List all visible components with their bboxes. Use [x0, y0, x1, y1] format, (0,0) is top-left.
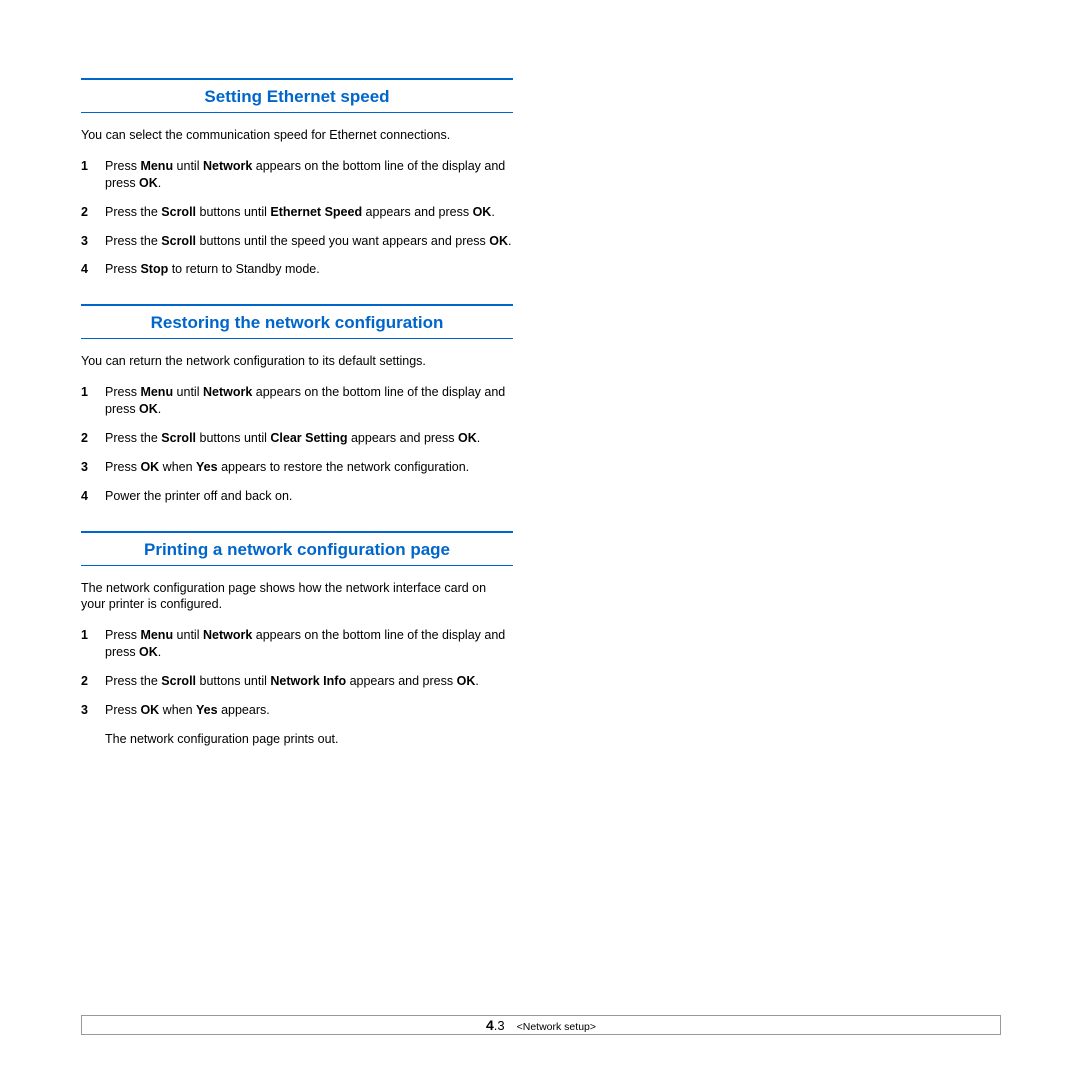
step-number: 4	[81, 261, 105, 278]
step-body: Press the Scroll buttons until the speed…	[105, 233, 513, 250]
step: 4Press Stop to return to Standby mode.	[81, 261, 513, 278]
page: Setting Ethernet speed You can select the…	[0, 0, 1080, 1080]
step: 1Press Menu until Network appears on the…	[81, 384, 513, 418]
step-body: Press the Scroll buttons until Network I…	[105, 673, 513, 690]
step-number: 3	[81, 233, 105, 250]
footer-chapter: 4	[486, 1017, 494, 1033]
step-number: 3	[81, 702, 105, 719]
step: 3Press OK when Yes appears.	[81, 702, 513, 719]
heading-rule-bottom	[81, 565, 513, 566]
content-column: Setting Ethernet speed You can select the…	[81, 78, 513, 774]
section: Restoring the network configuration You c…	[81, 304, 513, 504]
heading-rule-bottom	[81, 112, 513, 113]
step-body: Press Menu until Network appears on the …	[105, 158, 513, 192]
step-number: 2	[81, 430, 105, 447]
section-heading: Setting Ethernet speed	[81, 86, 513, 108]
footer-inner: 4.3 <Network setup>	[486, 1017, 596, 1033]
step-note: The network configuration page prints ou…	[105, 731, 513, 748]
step-number: 3	[81, 459, 105, 476]
step-body: Power the printer off and back on.	[105, 488, 513, 505]
step: 4Power the printer off and back on.	[81, 488, 513, 505]
step-list: 1Press Menu until Network appears on the…	[81, 384, 513, 504]
heading-rule-top	[81, 78, 513, 80]
step-body: Press OK when Yes appears.	[105, 702, 513, 719]
step: 3Press the Scroll buttons until the spee…	[81, 233, 513, 250]
step-body: Press the Scroll buttons until Ethernet …	[105, 204, 513, 221]
footer-page-number: 4.3	[486, 1017, 505, 1033]
heading-rule-top	[81, 531, 513, 533]
step: 3Press OK when Yes appears to restore th…	[81, 459, 513, 476]
step: 2Press the Scroll buttons until Network …	[81, 673, 513, 690]
step-body: Press the Scroll buttons until Clear Set…	[105, 430, 513, 447]
step-body: Press Menu until Network appears on the …	[105, 384, 513, 418]
section-intro: The network configuration page shows how…	[81, 580, 513, 614]
footer-page: .3	[494, 1018, 505, 1033]
step-number: 4	[81, 488, 105, 505]
step-body: Press OK when Yes appears to restore the…	[105, 459, 513, 476]
section-intro: You can return the network configuration…	[81, 353, 513, 370]
step-number: 1	[81, 384, 105, 418]
section-heading: Restoring the network configuration	[81, 312, 513, 334]
section: Printing a network configuration page The…	[81, 531, 513, 748]
footer-section-label: <Network setup>	[517, 1021, 596, 1033]
step: 1Press Menu until Network appears on the…	[81, 158, 513, 192]
step-number: 2	[81, 204, 105, 221]
step-body: Press Stop to return to Standby mode.	[105, 261, 513, 278]
step-list: 1Press Menu until Network appears on the…	[81, 158, 513, 278]
step: 1Press Menu until Network appears on the…	[81, 627, 513, 661]
step-number: 1	[81, 158, 105, 192]
step-number: 2	[81, 673, 105, 690]
step-number: 1	[81, 627, 105, 661]
step: 2Press the Scroll buttons until Ethernet…	[81, 204, 513, 221]
step-body: Press Menu until Network appears on the …	[105, 627, 513, 661]
section-intro: You can select the communication speed f…	[81, 127, 513, 144]
section-heading: Printing a network configuration page	[81, 539, 513, 561]
section: Setting Ethernet speed You can select the…	[81, 78, 513, 278]
heading-rule-top	[81, 304, 513, 306]
page-footer: 4.3 <Network setup>	[81, 1015, 1001, 1035]
heading-rule-bottom	[81, 338, 513, 339]
step: 2Press the Scroll buttons until Clear Se…	[81, 430, 513, 447]
step-list: 1Press Menu until Network appears on the…	[81, 627, 513, 747]
